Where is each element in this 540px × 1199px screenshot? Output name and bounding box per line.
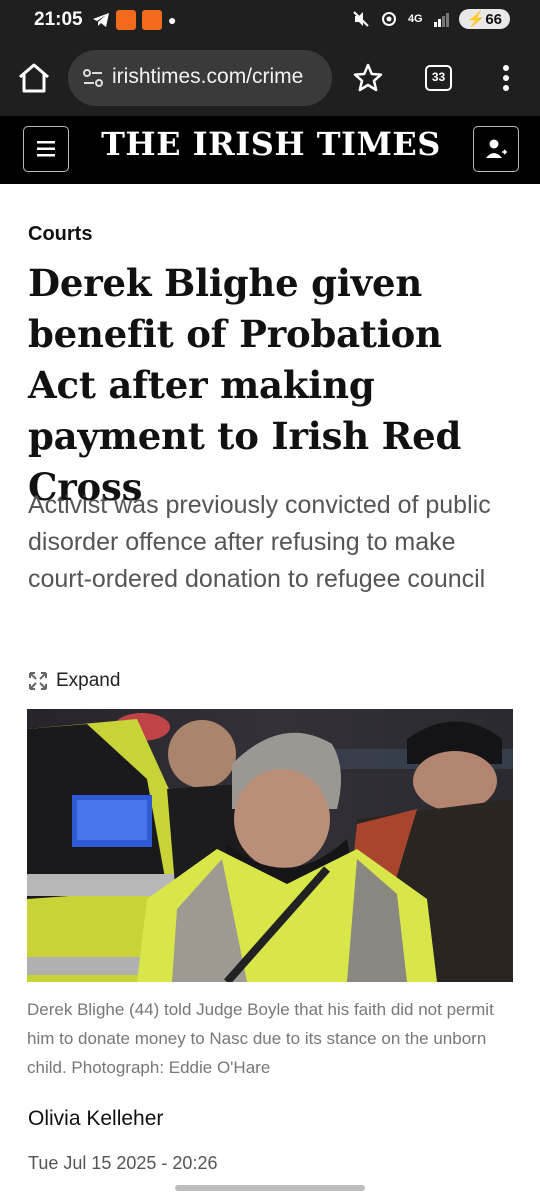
article-date: Tue Jul 15 2025 - 20:26 xyxy=(28,1153,218,1173)
url-text[interactable]: irishtimes.com/crime xyxy=(112,65,324,89)
temu-app-icon xyxy=(116,10,136,30)
star-icon[interactable] xyxy=(352,62,384,94)
address-bar[interactable]: irishtimes.com/crime xyxy=(68,50,332,106)
article-photo[interactable] xyxy=(27,709,513,982)
site-menu-button[interactable] xyxy=(23,126,69,172)
telegram-icon xyxy=(93,13,109,27)
hamburger-icon xyxy=(37,141,55,157)
network-type: 4G xyxy=(407,13,423,25)
more-notifications-dot-icon: ● xyxy=(168,12,177,28)
site-logo[interactable]: THE IRISH TIMES xyxy=(90,125,452,163)
expand-icon xyxy=(29,672,47,690)
status-right-icons: 4G ⚡66 xyxy=(352,9,510,29)
temu-app-icon xyxy=(142,10,162,30)
article-headline: Derek Blighe given benefit of Probation … xyxy=(28,261,462,509)
home-icon[interactable] xyxy=(16,60,52,96)
account-button[interactable] xyxy=(473,126,519,172)
section-label[interactable]: Courts xyxy=(28,223,92,246)
notification-icons: ● xyxy=(92,10,176,30)
tab-switcher-button[interactable]: 33 xyxy=(425,65,452,91)
mute-vibrate-icon xyxy=(353,11,369,27)
battery-indicator: ⚡66 xyxy=(458,9,510,29)
gesture-bar[interactable] xyxy=(175,1185,365,1191)
more-vert-icon[interactable] xyxy=(494,62,518,94)
photo-illustration xyxy=(27,709,513,982)
battery-level: 66 xyxy=(485,11,502,28)
site-settings-icon[interactable] xyxy=(82,68,104,88)
photo-caption: Derek Blighe (44) told Judge Boyle that … xyxy=(27,1000,494,1077)
site-header: THE IRISH TIMES xyxy=(0,116,540,184)
signal-icon xyxy=(433,13,449,27)
expand-label: Expand xyxy=(56,670,121,691)
article-author[interactable]: Olivia Kelleher xyxy=(28,1107,163,1131)
article-standfirst: Activist was previously convicted of pub… xyxy=(28,491,491,593)
hotspot-icon xyxy=(381,12,396,26)
expand-button[interactable]: Expand xyxy=(28,670,120,692)
user-icon xyxy=(486,139,508,158)
browser-toolbar: irishtimes.com/crime 33 xyxy=(0,40,540,116)
status-bar: 21:05 ● 4G ⚡66 xyxy=(0,0,540,40)
status-time: 21:05 xyxy=(34,9,83,30)
